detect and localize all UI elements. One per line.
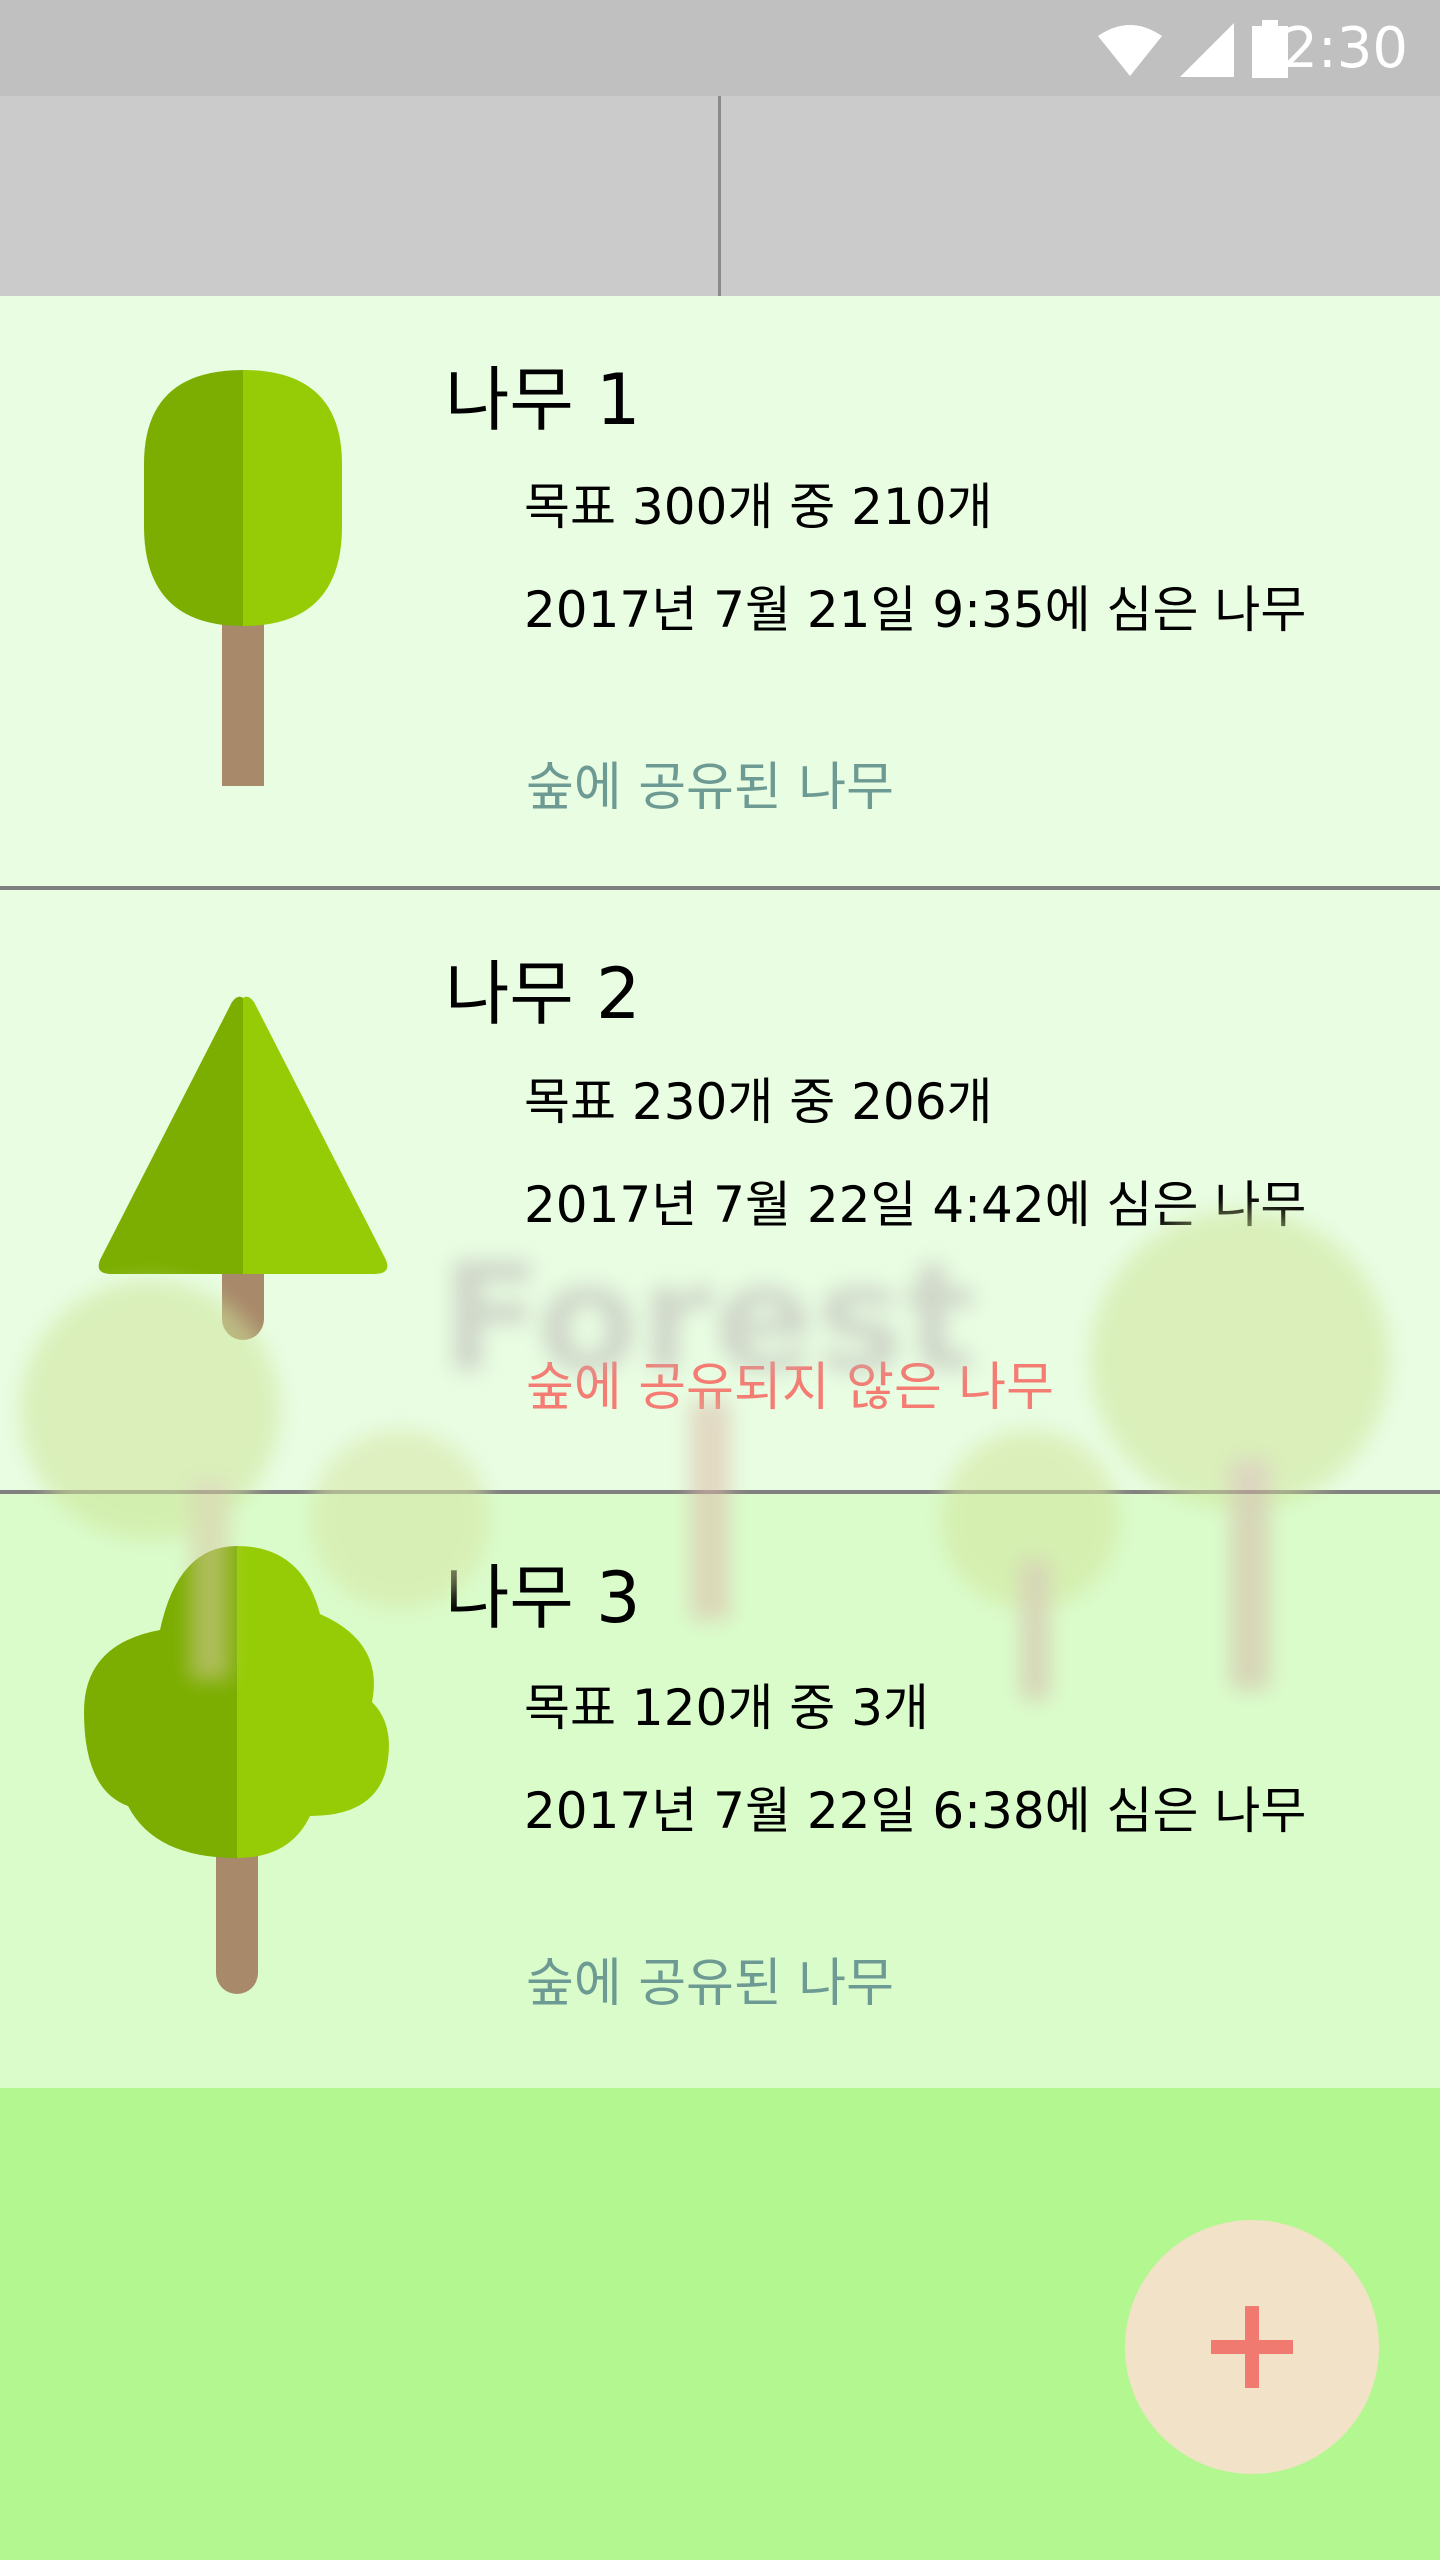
tree-list-item[interactable]: 나무 3 목표 120개 중 3개 2017년 7월 22일 6:38에 심은 … [0,1494,1440,2088]
wifi-icon [1098,25,1162,76]
tree-goal: 목표 300개 중 210개 [524,478,993,536]
tree-share-status: 숲에 공유된 나무 [526,1954,894,2014]
status-time: 12:30 [1246,16,1408,81]
tree-share-status: 숲에 공유되지 않은 나무 [526,1358,1054,1418]
tree-planted-date: 2017년 7월 22일 6:38에 심은 나무 [524,1782,1307,1840]
bushy-tree-icon [84,1546,389,1994]
round-tree-icon [144,370,342,786]
add-tree-button[interactable] [1125,2220,1379,2474]
tree-list-item[interactable]: 나무 1 목표 300개 중 210개 2017년 7월 21일 9:35에 심… [0,296,1440,886]
tree-icon-container [0,296,490,886]
tree-icon-container [0,890,490,1490]
top-toolbar [0,96,1440,296]
tree-goal: 목표 230개 중 206개 [524,1073,993,1131]
tree-icon-container [0,1494,490,2088]
tree-title: 나무 2 [445,953,641,1035]
tree-planted-date: 2017년 7월 22일 4:42에 심은 나무 [524,1176,1307,1234]
status-bar: 12:30 [0,0,1440,96]
tree-list-item[interactable]: 나무 2 목표 230개 중 206개 2017년 7월 22일 4:42에 심… [0,890,1440,1490]
cellular-signal-icon [1180,23,1234,77]
tree-share-status: 숲에 공유된 나무 [526,758,894,818]
tree-goal: 목표 120개 중 3개 [524,1679,929,1737]
toolbar-right-tab[interactable] [721,96,1440,296]
tree-title: 나무 3 [445,1557,641,1639]
toolbar-left-tab[interactable] [0,96,718,296]
tree-planted-date: 2017년 7월 21일 9:35에 심은 나무 [524,581,1307,639]
tree-title: 나무 1 [445,359,641,441]
plus-icon [1211,2306,1293,2388]
pine-tree-icon [98,996,388,1340]
